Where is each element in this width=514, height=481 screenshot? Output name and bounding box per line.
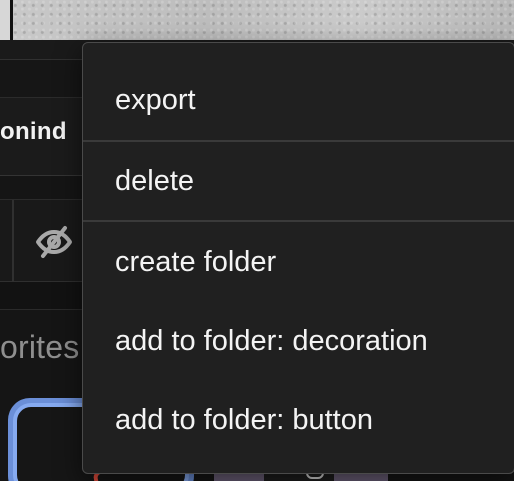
add-to-folder-button-menu-item[interactable]: add to folder: button <box>83 381 514 460</box>
context-menu: export delete create folder add to folde… <box>82 42 514 474</box>
create-folder-menu-item[interactable]: create folder <box>83 223 514 302</box>
top-photo-left-edge <box>0 0 13 40</box>
partial-item-name: onind <box>0 118 67 145</box>
delete-menu-item[interactable]: delete <box>83 142 514 221</box>
top-photo-strip <box>0 0 514 40</box>
partial-section-label: orites <box>0 329 80 365</box>
column-divider <box>12 200 14 282</box>
eye-off-icon[interactable] <box>34 222 74 262</box>
add-to-folder-decoration-menu-item[interactable]: add to folder: decoration <box>83 302 514 381</box>
menu-divider <box>83 220 514 222</box>
export-menu-item[interactable]: export <box>83 61 514 140</box>
screenshot-viewport: onind orites export delete create folder… <box>0 0 514 481</box>
